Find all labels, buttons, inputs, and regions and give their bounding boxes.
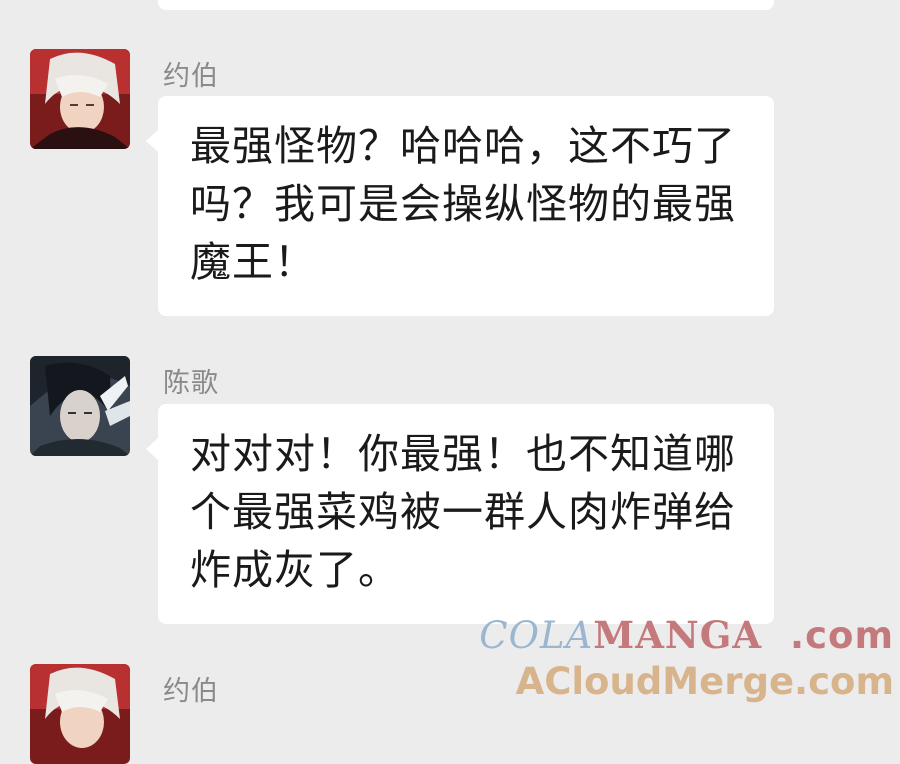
watermark-line-1: COLAMANGA .com <box>479 612 894 659</box>
avatar[interactable] <box>30 356 130 456</box>
watermark-line-2: ACloudMerge.com <box>515 660 894 703</box>
avatar[interactable] <box>30 49 130 149</box>
previous-message-bubble <box>158 0 774 10</box>
sender-name: 约伯 <box>163 676 219 707</box>
message-text-line: 魔王！ <box>190 238 316 286</box>
message-text-line: 吗？我可是会操纵怪物的最强 <box>190 180 736 228</box>
red-haired-character-avatar <box>30 49 130 149</box>
message-text-line: 最强怪物？哈哈哈，这不巧了 <box>190 122 736 170</box>
message-bubble[interactable]: 最强怪物？哈哈哈，这不巧了 吗？我可是会操纵怪物的最强 魔王！ <box>146 96 774 316</box>
bubble-tail <box>146 438 158 460</box>
message-bubble[interactable]: 对对对！你最强！也不知道哪 个最强菜鸡被一群人肉炸弹给 炸成灰了。 <box>146 404 774 624</box>
watermark-manga: MANGA <box>593 613 763 657</box>
message-text-line: 个最强菜鸡被一群人肉炸弹给 <box>190 488 736 536</box>
message-text-line: 炸成灰了。 <box>190 546 400 594</box>
sender-name: 约伯 <box>163 61 219 92</box>
dark-haired-character-avatar <box>30 356 130 456</box>
bubble-tail <box>146 130 158 152</box>
avatar[interactable] <box>30 664 130 764</box>
red-haired-character-avatar <box>30 664 130 764</box>
sender-name: 陈歌 <box>163 368 219 399</box>
watermark: COLAMANGA .com ACloudMerge.com <box>479 612 894 705</box>
watermark-cola: COLA <box>479 614 594 657</box>
message-text-line: 对对对！你最强！也不知道哪 <box>190 430 736 478</box>
watermark-com: .com <box>790 614 894 657</box>
